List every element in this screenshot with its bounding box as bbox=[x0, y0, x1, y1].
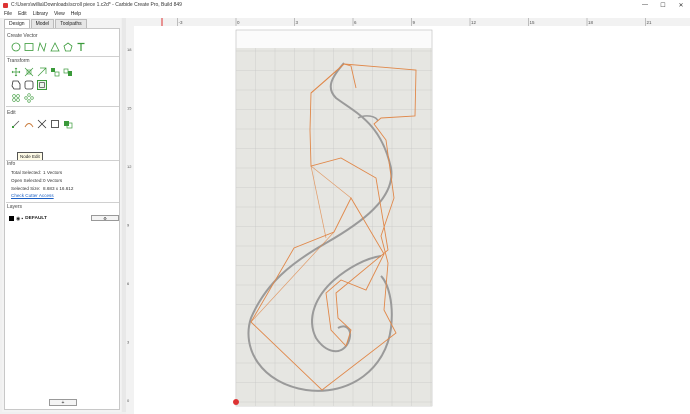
info-value: 1 Vectors bbox=[43, 170, 63, 175]
ruler-label: 18 bbox=[588, 20, 594, 25]
left-ruler bbox=[126, 26, 134, 414]
menu-library[interactable]: Library bbox=[33, 11, 48, 17]
group-icon[interactable] bbox=[63, 67, 73, 77]
left-panel: Design Model Toolpaths Create Vector Tra… bbox=[2, 18, 121, 412]
ruler-label: 12 bbox=[127, 164, 132, 169]
tab-design[interactable]: Design bbox=[4, 19, 30, 28]
rectangle-tool-icon[interactable] bbox=[24, 42, 34, 52]
check-cutter-access-link[interactable]: Check Cutter Access bbox=[11, 193, 54, 198]
ruler-label: 12 bbox=[471, 20, 477, 25]
menu-view[interactable]: View bbox=[54, 11, 65, 17]
section-layers: Layers bbox=[7, 204, 23, 210]
circular-array-icon[interactable] bbox=[24, 93, 34, 103]
mirror-icon[interactable] bbox=[37, 67, 47, 77]
title-bar: C:\Users\willia\Downloads\scroll piece 1… bbox=[0, 0, 690, 10]
info-open-selected: Open Selected:0 Vectors bbox=[11, 178, 62, 183]
join-icon[interactable] bbox=[50, 119, 60, 129]
maximize-button[interactable]: ☐ bbox=[654, 0, 672, 10]
layer-row[interactable]: ◉ ▪ DEFAULT ⚙ bbox=[9, 215, 119, 222]
layer-settings-button[interactable]: ⚙ bbox=[91, 215, 119, 221]
section-edit: Edit bbox=[7, 110, 16, 116]
close-button[interactable]: ✕ bbox=[672, 0, 690, 10]
info-value: 8.683 x 16.612 bbox=[43, 186, 74, 191]
eye-icon[interactable]: ◉ bbox=[16, 216, 20, 222]
scale-icon[interactable] bbox=[24, 67, 34, 77]
canvas-drawing[interactable]: -3 0 3 6 9 12 15 18 211815129630 bbox=[126, 18, 690, 414]
separator bbox=[6, 160, 119, 161]
section-transform: Transform bbox=[7, 58, 30, 64]
menu-help[interactable]: Help bbox=[71, 11, 81, 17]
weld-icon[interactable] bbox=[37, 80, 47, 90]
separator bbox=[6, 106, 119, 107]
menu-bar: File Edit Library View Help bbox=[0, 10, 690, 18]
info-label: Selected Size: bbox=[11, 186, 41, 191]
ruler-label: 18 bbox=[127, 47, 132, 52]
ruler-label: 15 bbox=[127, 106, 132, 111]
origin-marker-icon bbox=[233, 399, 239, 405]
app-logo-icon bbox=[3, 2, 8, 8]
info-total-selected: Total Selected: 1 Vectors bbox=[11, 170, 62, 175]
design-panel: Create Vector Transform Edit Node Edit I… bbox=[4, 28, 120, 410]
separator bbox=[6, 56, 119, 57]
ruler-label: -3 bbox=[179, 20, 183, 25]
node-edit-icon[interactable] bbox=[11, 119, 21, 129]
tab-bar: Design Model Toolpaths bbox=[4, 19, 88, 28]
fillet-icon[interactable] bbox=[24, 80, 34, 90]
align-icon[interactable] bbox=[50, 67, 60, 77]
circle-tool-icon[interactable] bbox=[11, 42, 21, 52]
design-canvas[interactable]: -3 0 3 6 9 12 15 18 21 18 15 12 9 6 3 0 bbox=[126, 18, 690, 414]
layer-color-swatch[interactable] bbox=[9, 216, 14, 221]
add-layer-button[interactable]: + bbox=[49, 399, 77, 406]
bezier-edit-icon[interactable] bbox=[24, 119, 34, 129]
info-label: Total Selected: bbox=[11, 170, 42, 175]
polygon-tool-icon[interactable] bbox=[63, 42, 73, 52]
trim-icon[interactable] bbox=[37, 119, 47, 129]
ruler-label: 21 bbox=[647, 20, 653, 25]
tab-toolpaths[interactable]: Toolpaths bbox=[55, 19, 87, 28]
menu-file[interactable]: File bbox=[4, 11, 12, 17]
top-ruler bbox=[126, 18, 690, 26]
stock-material bbox=[236, 48, 432, 406]
polyline-tool-icon[interactable] bbox=[37, 42, 47, 52]
info-label: Open Selected: bbox=[11, 178, 43, 183]
tab-model[interactable]: Model bbox=[30, 19, 55, 28]
info-value: 0 Vectors bbox=[43, 178, 63, 183]
section-create-vector: Create Vector bbox=[7, 33, 38, 39]
separator bbox=[6, 202, 119, 203]
window-title: C:\Users\willia\Downloads\scroll piece 1… bbox=[11, 2, 182, 8]
curve-tool-icon[interactable] bbox=[50, 42, 60, 52]
layer-name: DEFAULT bbox=[25, 216, 47, 221]
info-selected-size: Selected Size: 8.683 x 16.612 bbox=[11, 186, 73, 191]
section-info: Info bbox=[7, 161, 16, 167]
lock-icon[interactable]: ▪ bbox=[21, 216, 23, 222]
offset-icon[interactable] bbox=[11, 80, 21, 90]
array-icon[interactable] bbox=[11, 93, 21, 103]
menu-edit[interactable]: Edit bbox=[18, 11, 27, 17]
minimize-button[interactable]: — bbox=[636, 0, 654, 10]
text-tool-icon[interactable] bbox=[76, 42, 86, 52]
ruler-label: 15 bbox=[530, 20, 536, 25]
move-icon[interactable] bbox=[11, 67, 21, 77]
boolean-icon[interactable] bbox=[63, 119, 73, 129]
